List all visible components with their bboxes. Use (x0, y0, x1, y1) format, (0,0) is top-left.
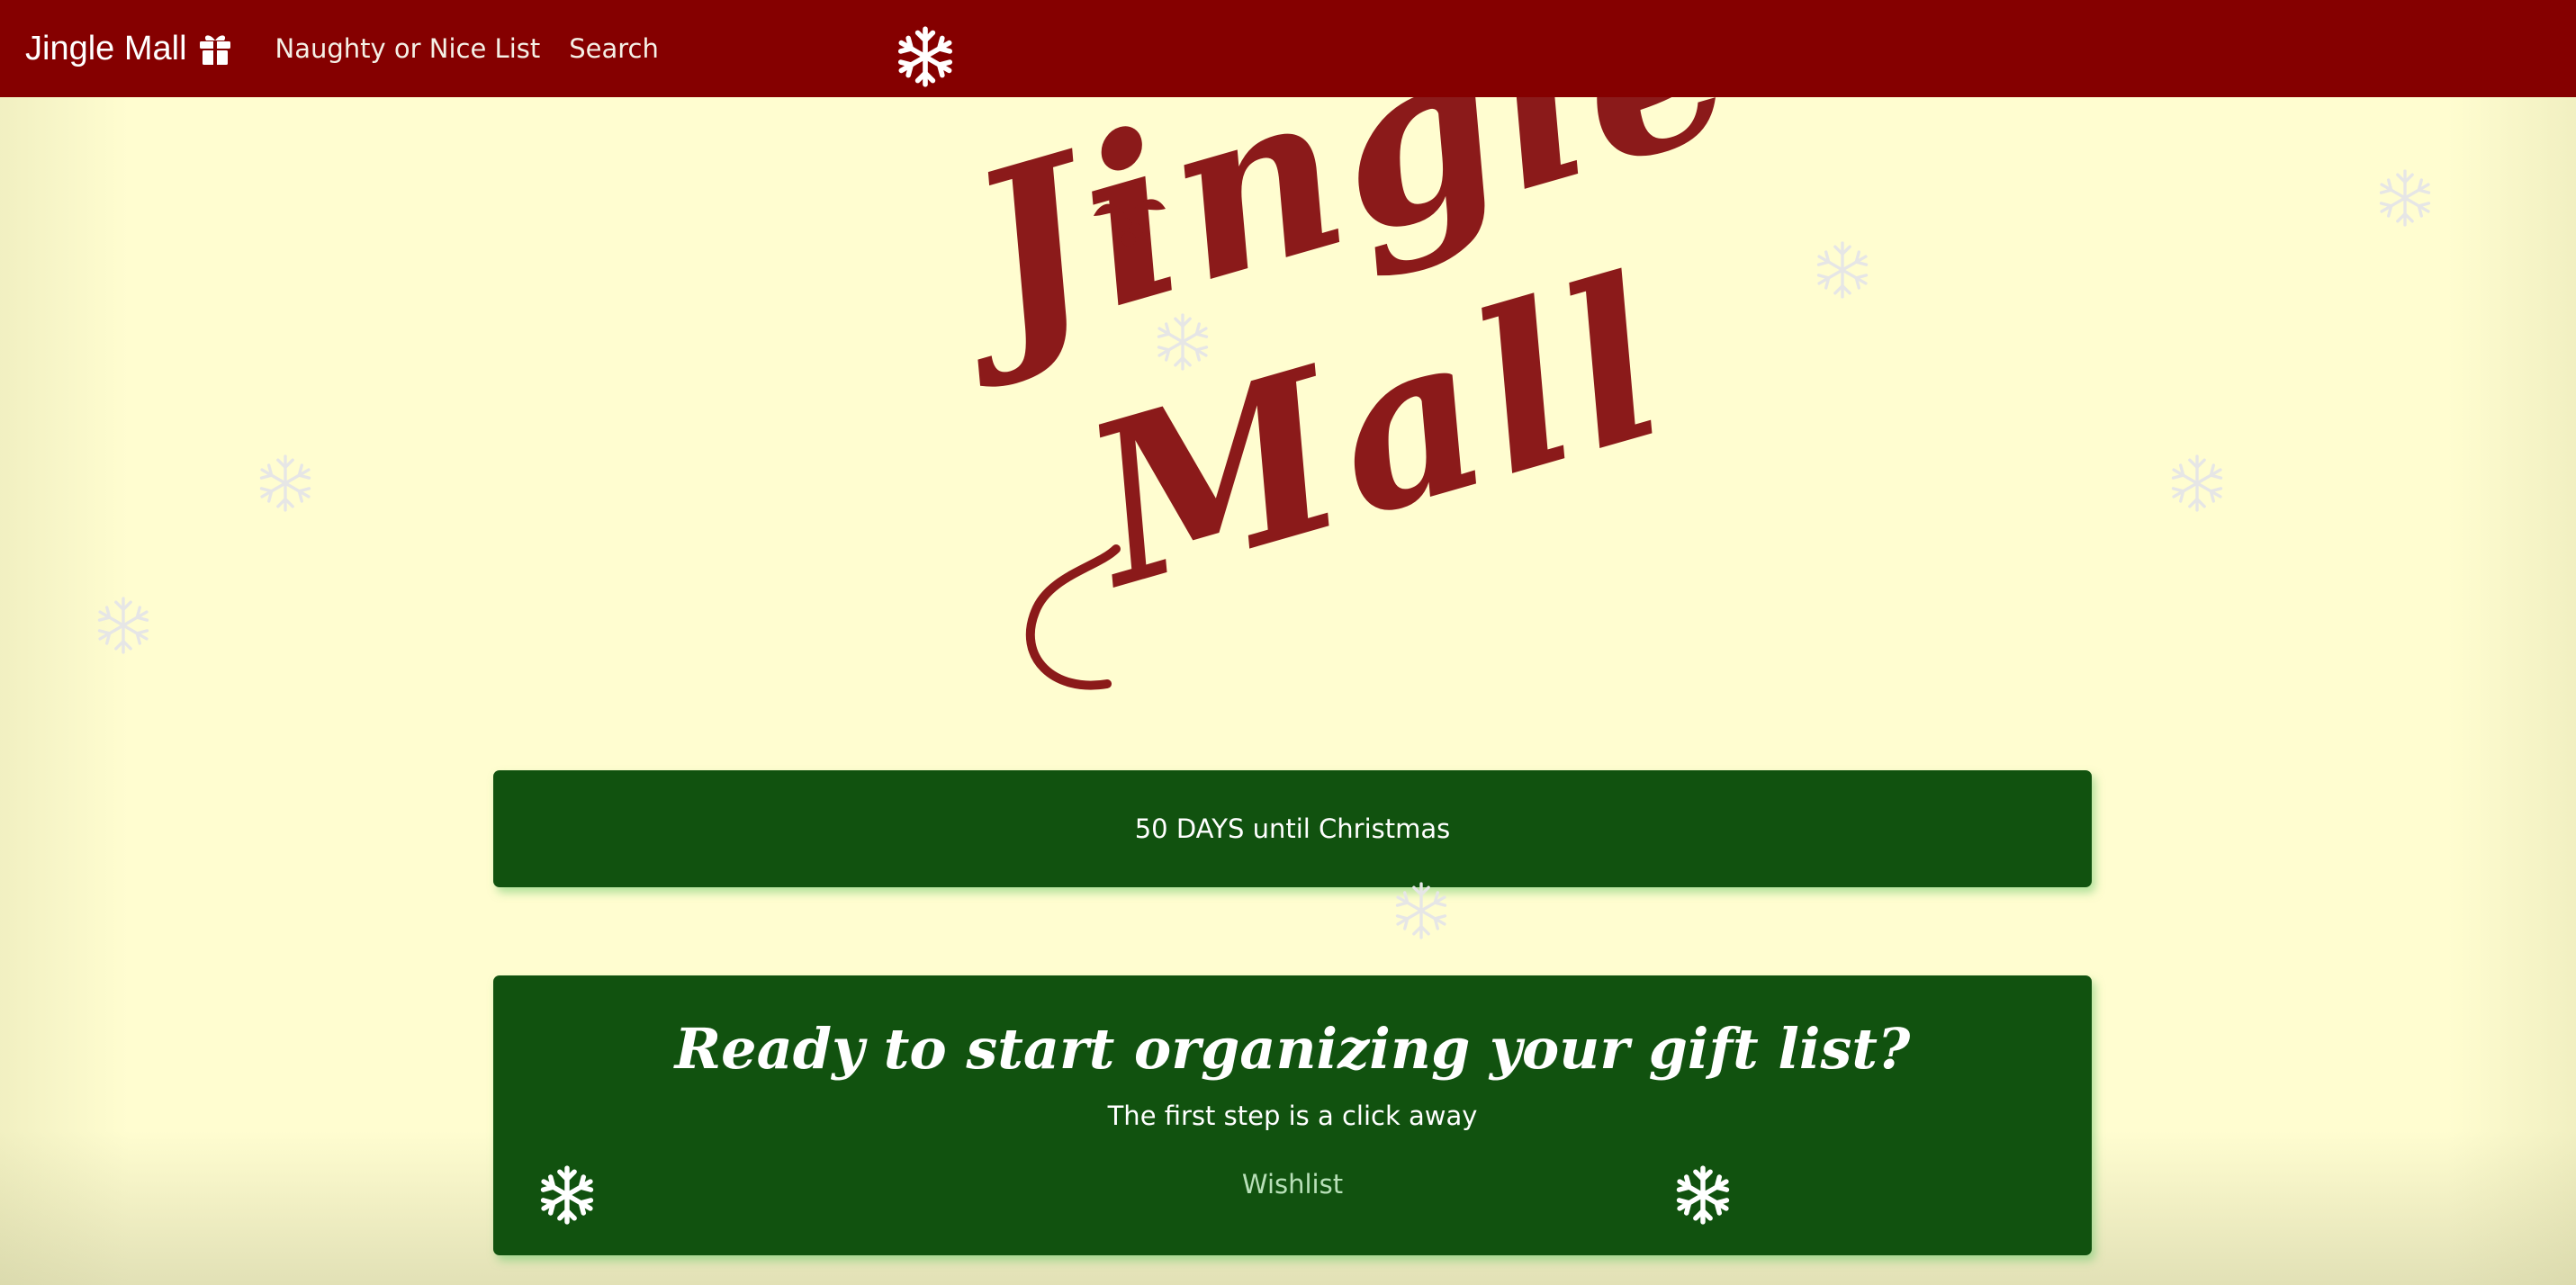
nav-link-naughty-or-nice-list[interactable]: Naughty or Nice List (275, 33, 541, 64)
snowflake-icon (1152, 311, 1213, 373)
wishlist-link[interactable]: Wishlist (1242, 1166, 1343, 1202)
nav-link-search[interactable]: Search (569, 33, 659, 64)
snowflake-icon (1391, 880, 1452, 941)
snowflake-icon (2374, 167, 2436, 229)
jingle-mall-logo: Jingle Mall (927, 0, 1762, 693)
holly-icon (1094, 199, 1166, 247)
gift-icon (196, 30, 234, 67)
snowflake-icon (894, 25, 957, 88)
top-navbar: Jingle Mall Naughty or Nice List Search (0, 0, 2576, 97)
christmas-countdown-banner: 50 DAYS until Christmas (493, 770, 2092, 887)
snowflake-icon (536, 1164, 598, 1226)
snowflake-icon (1812, 239, 1873, 301)
gift-list-call-to-action: Ready to start organizing your gift list… (493, 975, 2092, 1255)
brand-link[interactable]: Jingle Mall (25, 30, 234, 68)
snowflake-icon (255, 453, 316, 514)
snowflake-icon (2166, 453, 2228, 514)
snowflake-icon (93, 595, 154, 656)
cta-title: Ready to start organizing your gift list… (674, 1016, 1911, 1082)
cta-subtitle: The first step is a click away (1107, 1101, 1478, 1131)
logo-swash (1025, 544, 1121, 690)
countdown-days-number: 50 (1134, 813, 1168, 844)
countdown-label: DAYS until Christmas (1167, 813, 1451, 844)
brand-name: Jingle Mall (25, 29, 187, 67)
snowflake-icon (1672, 1164, 1734, 1226)
